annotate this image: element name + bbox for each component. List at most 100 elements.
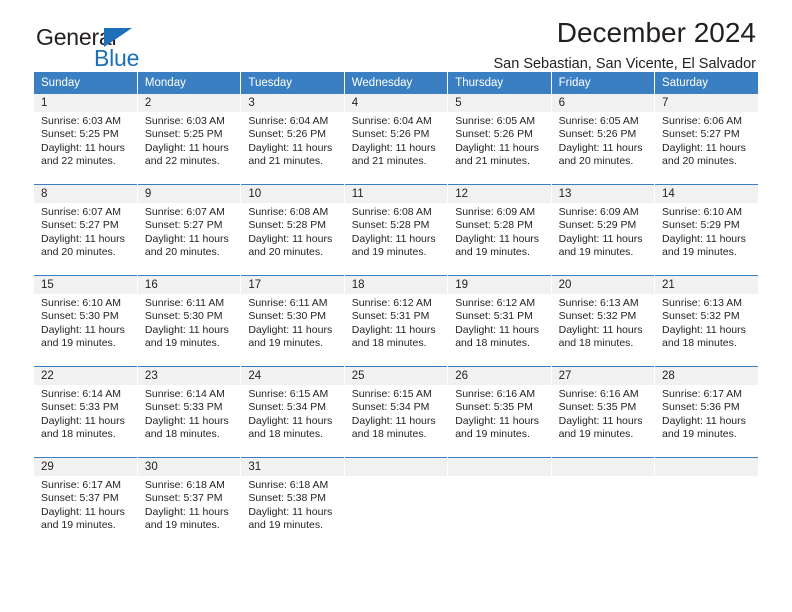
- day-sunrise-line: Sunrise: 6:18 AM: [248, 479, 329, 491]
- day-sunset-line: Sunset: 5:29 PM: [558, 219, 637, 232]
- calendar-day-cell[interactable]: 14 Sunrise: 6:10 AM Sunset: 5:29 PM Dayligh…: [654, 184, 758, 276]
- calendar-day-cell[interactable]: 22 Sunrise: 6:14 AM Sunset: 5:33 PM Dayligh…: [34, 366, 138, 458]
- calendar-day-cell[interactable]: 20 Sunrise: 6:13 AM Sunset: 5:32 PM Dayligh…: [551, 275, 656, 367]
- day-sunset-line: Sunset: 5:37 PM: [144, 492, 223, 505]
- calendar-day-cell[interactable]: 21 Sunrise: 6:13 AM Sunset: 5:32 PM Dayligh…: [654, 275, 758, 367]
- calendar-day-cell[interactable]: 30 Sunrise: 6:18 AM Sunset: 5:37 PM Dayligh…: [137, 457, 242, 548]
- weekday-header-sunday: Sunday: [34, 72, 138, 94]
- day-daylight-line: and 19 minutes.: [41, 337, 116, 350]
- calendar-day-cell[interactable]: 29 Sunrise: 6:17 AM Sunset: 5:37 PM Dayligh…: [34, 457, 138, 548]
- day-sun-info: Sunrise: 6:18 AM Sunset: 5:38 PM Daylight:…: [241, 476, 343, 533]
- weekday-header-tuesday: Tuesday: [240, 72, 345, 94]
- day-number: 21: [655, 276, 758, 294]
- day-sunset-line: Sunset: 5:31 PM: [351, 310, 430, 323]
- day-number: 19: [448, 276, 551, 294]
- day-daylight-line: Daylight: 11 hours: [662, 232, 746, 245]
- calendar-day-cell-empty: [654, 457, 758, 548]
- day-daylight-line: and 19 minutes.: [558, 246, 634, 259]
- day-daylight-line: Daylight: 11 hours: [558, 323, 643, 336]
- calendar-day-cell[interactable]: 25 Sunrise: 6:15 AM Sunset: 5:34 PM Dayligh…: [344, 366, 449, 458]
- day-number: 7: [655, 94, 758, 112]
- day-daylight-line: and 18 minutes.: [662, 337, 737, 350]
- title-block: December 2024 San Sebastian, San Vicente…: [493, 16, 756, 74]
- day-number: 24: [241, 367, 344, 385]
- day-number: [448, 458, 551, 476]
- day-sunset-line: Sunset: 5:32 PM: [558, 310, 637, 323]
- calendar-day-cell[interactable]: 24 Sunrise: 6:15 AM Sunset: 5:34 PM Dayligh…: [240, 366, 345, 458]
- day-sun-info: Sunrise: 6:07 AM Sunset: 5:27 PM Daylight:…: [34, 203, 137, 260]
- day-sunrise-line: Sunrise: 6:17 AM: [41, 479, 121, 491]
- calendar-day-cell[interactable]: 15 Sunrise: 6:10 AM Sunset: 5:30 PM Dayligh…: [34, 275, 138, 367]
- page-header: General Blue December 2024 San Sebastian…: [34, 0, 758, 72]
- page-title: December 2024: [556, 17, 756, 48]
- day-daylight-line: Daylight: 11 hours: [455, 414, 540, 427]
- calendar-day-cell[interactable]: 3 Sunrise: 6:04 AM Sunset: 5:26 PM Daylight…: [240, 94, 345, 185]
- day-sun-info: Sunrise: 6:12 AM Sunset: 5:31 PM Daylight:…: [345, 294, 447, 351]
- day-number: 15: [34, 276, 137, 294]
- day-daylight-line: and 19 minutes.: [455, 246, 530, 259]
- calendar-day-cell[interactable]: 9 Sunrise: 6:07 AM Sunset: 5:27 PM Daylight…: [137, 184, 242, 276]
- calendar-day-cell[interactable]: 17 Sunrise: 6:11 AM Sunset: 5:30 PM Dayligh…: [240, 275, 345, 367]
- day-sunrise-line: Sunrise: 6:08 AM: [351, 206, 432, 218]
- day-sunrise-line: Sunrise: 6:09 AM: [455, 206, 536, 218]
- calendar-day-cell[interactable]: 2 Sunrise: 6:03 AM Sunset: 5:25 PM Daylight…: [137, 94, 242, 185]
- day-daylight-line: Daylight: 11 hours: [351, 232, 436, 245]
- calendar-day-cell[interactable]: 11 Sunrise: 6:08 AM Sunset: 5:28 PM Dayligh…: [344, 184, 449, 276]
- day-sunset-line: Sunset: 5:26 PM: [455, 128, 533, 141]
- day-sunrise-line: Sunrise: 6:04 AM: [248, 115, 329, 127]
- day-number: 1: [34, 94, 137, 112]
- day-number: 18: [344, 276, 448, 294]
- calendar-day-cell[interactable]: 18 Sunrise: 6:12 AM Sunset: 5:31 PM Dayligh…: [344, 275, 449, 367]
- calendar-day-cell[interactable]: 19 Sunrise: 6:12 AM Sunset: 5:31 PM Dayligh…: [447, 275, 552, 367]
- day-sunset-line: Sunset: 5:38 PM: [248, 492, 326, 505]
- weekday-header-thursday: Thursday: [447, 72, 552, 94]
- day-sun-info: Sunrise: 6:07 AM Sunset: 5:27 PM Daylight:…: [138, 203, 240, 260]
- day-sunset-line: Sunset: 5:31 PM: [455, 310, 533, 323]
- day-sun-info: Sunrise: 6:14 AM Sunset: 5:33 PM Daylight:…: [138, 385, 240, 442]
- calendar-day-cell[interactable]: 5 Sunrise: 6:05 AM Sunset: 5:26 PM Daylight…: [447, 94, 552, 185]
- day-daylight-line: Daylight: 11 hours: [144, 232, 229, 245]
- day-daylight-line: Daylight: 11 hours: [41, 505, 125, 518]
- day-sunset-line: Sunset: 5:34 PM: [351, 401, 430, 414]
- calendar-week-row: 15 Sunrise: 6:10 AM Sunset: 5:30 PM Dayligh…: [34, 275, 758, 367]
- calendar-day-cell[interactable]: 31 Sunrise: 6:18 AM Sunset: 5:38 PM Dayligh…: [240, 457, 345, 548]
- calendar-day-cell[interactable]: 12 Sunrise: 6:09 AM Sunset: 5:28 PM Dayligh…: [447, 184, 552, 276]
- day-number: [344, 458, 448, 476]
- day-sunset-line: Sunset: 5:27 PM: [144, 219, 223, 232]
- day-daylight-line: and 20 minutes.: [144, 246, 220, 259]
- day-number: [551, 458, 655, 476]
- day-sun-info: Sunrise: 6:05 AM Sunset: 5:26 PM Daylight:…: [448, 112, 550, 169]
- calendar-day-cell[interactable]: 16 Sunrise: 6:11 AM Sunset: 5:30 PM Dayligh…: [137, 275, 242, 367]
- general-blue-logo[interactable]: General Blue: [36, 24, 236, 71]
- calendar-day-cell[interactable]: 13 Sunrise: 6:09 AM Sunset: 5:29 PM Dayligh…: [551, 184, 656, 276]
- day-sun-info: Sunrise: 6:09 AM Sunset: 5:29 PM Daylight:…: [552, 203, 654, 260]
- day-sunset-line: Sunset: 5:33 PM: [144, 401, 223, 414]
- day-sun-info: Sunrise: 6:16 AM Sunset: 5:35 PM Daylight:…: [448, 385, 550, 442]
- calendar-day-cell[interactable]: 23 Sunrise: 6:14 AM Sunset: 5:33 PM Dayligh…: [137, 366, 242, 458]
- day-daylight-line: Daylight: 11 hours: [144, 505, 229, 518]
- day-number: 31: [241, 458, 344, 476]
- calendar-day-cell[interactable]: 10 Sunrise: 6:08 AM Sunset: 5:28 PM Dayligh…: [240, 184, 345, 276]
- calendar-day-cell[interactable]: 27 Sunrise: 6:16 AM Sunset: 5:35 PM Dayligh…: [551, 366, 656, 458]
- calendar-day-cell[interactable]: 7 Sunrise: 6:06 AM Sunset: 5:27 PM Daylight…: [654, 94, 758, 185]
- day-sunset-line: Sunset: 5:34 PM: [248, 401, 326, 414]
- day-sun-info: Sunrise: 6:13 AM Sunset: 5:32 PM Daylight:…: [552, 294, 654, 351]
- day-number: 13: [551, 185, 655, 203]
- day-number: 20: [551, 276, 655, 294]
- day-number: 22: [34, 367, 137, 385]
- calendar-day-cell[interactable]: 8 Sunrise: 6:07 AM Sunset: 5:27 PM Daylight…: [34, 184, 138, 276]
- calendar-day-cell[interactable]: 26 Sunrise: 6:16 AM Sunset: 5:35 PM Dayligh…: [447, 366, 552, 458]
- day-daylight-line: Daylight: 11 hours: [248, 323, 333, 336]
- calendar-day-cell[interactable]: 28 Sunrise: 6:17 AM Sunset: 5:36 PM Dayligh…: [654, 366, 758, 458]
- calendar-day-cell-empty: [344, 457, 449, 548]
- day-number: 2: [137, 94, 241, 112]
- day-sunrise-line: Sunrise: 6:14 AM: [41, 388, 121, 400]
- day-sun-info: Sunrise: 6:15 AM Sunset: 5:34 PM Daylight:…: [241, 385, 343, 442]
- day-sun-info: Sunrise: 6:18 AM Sunset: 5:37 PM Daylight:…: [138, 476, 240, 533]
- day-number: 5: [448, 94, 551, 112]
- calendar-day-cell[interactable]: 6 Sunrise: 6:05 AM Sunset: 5:26 PM Daylight…: [551, 94, 656, 185]
- calendar-day-cell[interactable]: 1 Sunrise: 6:03 AM Sunset: 5:25 PM Daylight…: [34, 94, 138, 185]
- day-sun-info: Sunrise: 6:16 AM Sunset: 5:35 PM Daylight:…: [552, 385, 654, 442]
- day-number: 28: [655, 367, 758, 385]
- calendar-day-cell[interactable]: 4 Sunrise: 6:04 AM Sunset: 5:26 PM Daylight…: [344, 94, 449, 185]
